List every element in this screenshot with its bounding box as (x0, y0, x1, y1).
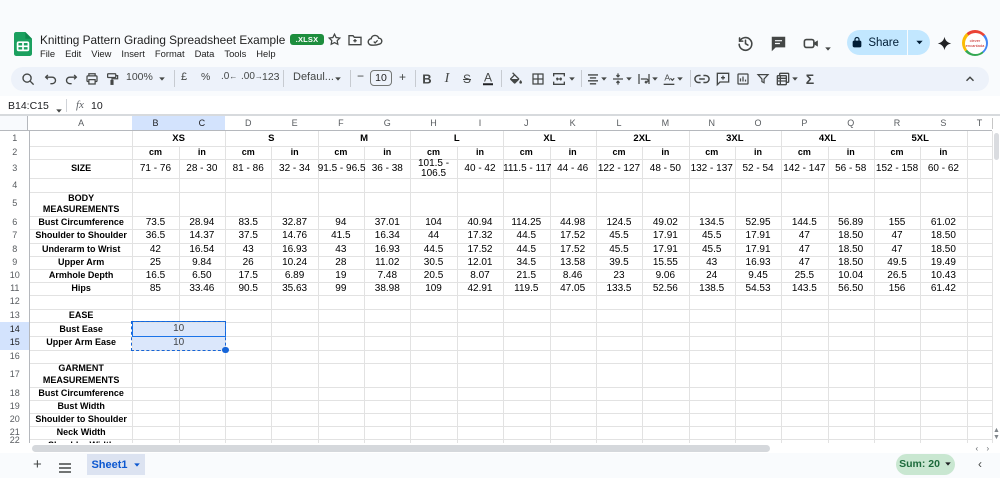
svg-text:A: A (664, 72, 670, 82)
